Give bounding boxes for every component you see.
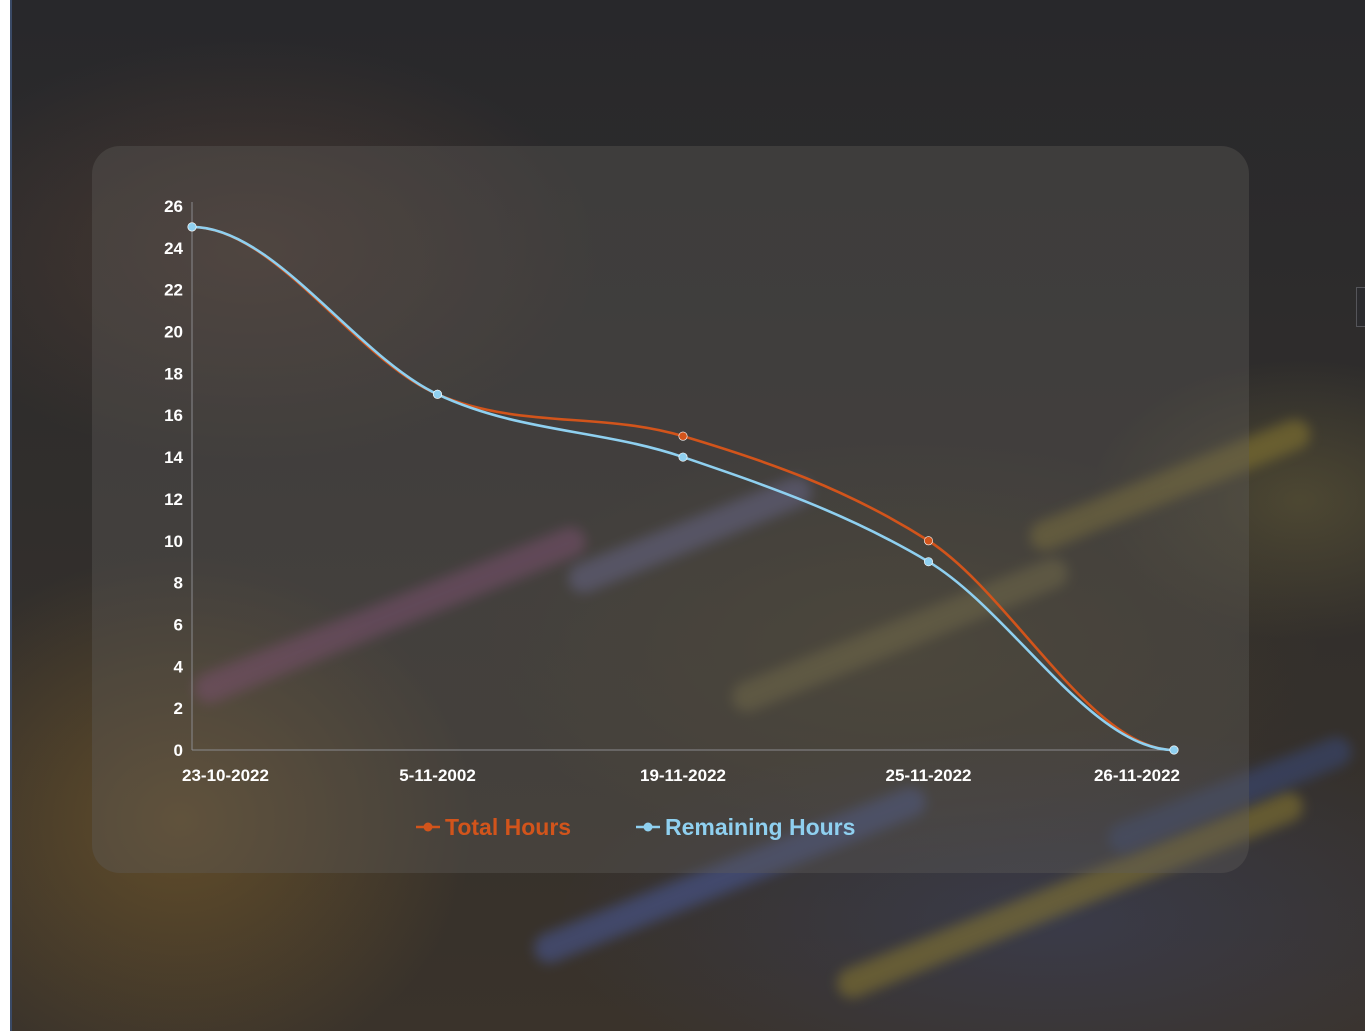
x-tick-label: 19-11-2022: [640, 766, 726, 785]
data-point: [678, 452, 688, 462]
y-tick-label: 10: [164, 532, 183, 551]
data-point: [1169, 745, 1179, 755]
series-points: [187, 222, 1179, 755]
series-lines: [190, 225, 1176, 752]
y-tick-label: 12: [164, 490, 183, 509]
line-chart: 02468101214161820222426 23-10-2022 5-11-2…: [164, 197, 1180, 840]
legend-label: Remaining Hours: [665, 814, 855, 840]
axes: [191, 202, 1174, 751]
x-tick-label: 5-11-2002: [399, 766, 476, 785]
y-tick-label: 26: [164, 197, 183, 216]
y-tick-label: 16: [164, 406, 183, 425]
y-tick-label: 0: [174, 741, 183, 760]
y-tick-label: 20: [164, 323, 183, 342]
y-tick-label: 14: [164, 448, 183, 467]
series-line-0: [190, 225, 1176, 752]
data-point: [923, 536, 933, 546]
y-tick-label: 4: [174, 657, 184, 676]
y-tick-label: 8: [174, 574, 183, 593]
x-axis-ticks: 23-10-2022 5-11-2002 19-11-2022 25-11-2022 2…: [182, 766, 1180, 785]
y-tick-label: 2: [174, 699, 183, 718]
y-tick-label: 18: [164, 364, 183, 383]
y-tick-label: 24: [164, 239, 183, 258]
data-point: [432, 389, 442, 399]
legend-swatch-dot: [643, 822, 653, 832]
x-tick-label: 25-11-2022: [885, 766, 971, 785]
x-tick-label: 23-10-2022: [182, 766, 269, 785]
x-tick-label: 26-11-2022: [1094, 766, 1180, 785]
data-point: [187, 222, 197, 232]
y-axis-ticks: 02468101214161820222426: [164, 197, 183, 760]
series-line-1: [190, 225, 1176, 752]
data-point: [923, 557, 933, 567]
data-point: [678, 431, 688, 441]
y-tick-label: 22: [164, 281, 183, 300]
legend-swatch-dot: [423, 822, 433, 832]
page: 0 2 4 6 8 10 12 14 16 18 20 22 24 26 23-10-2022 5-11-2…: [0, 0, 1365, 1036]
legend-label: Total Hours: [445, 814, 571, 840]
legend: Total Hours Remaining Hours: [416, 814, 855, 840]
y-tick-label: 6: [174, 615, 183, 634]
